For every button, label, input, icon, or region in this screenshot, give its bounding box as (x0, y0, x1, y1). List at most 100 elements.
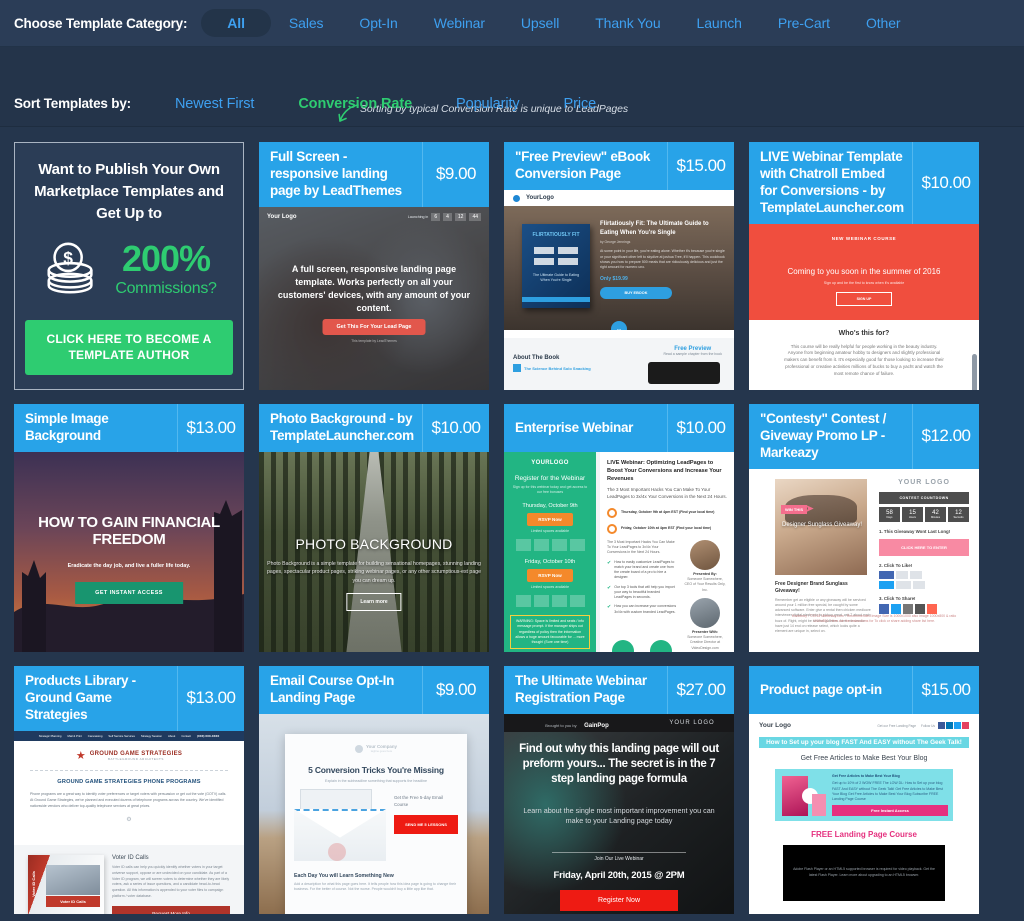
author-promo-card[interactable]: Want to Publish Your Own Marketplace Tem… (14, 142, 244, 390)
preview-logo-sub: tagline goes here (370, 749, 393, 753)
template-card[interactable]: Full Screen - responsive landing page by… (259, 142, 489, 390)
preview-body: Photo Background is a simple template fo… (267, 561, 481, 584)
social-icon[interactable] (962, 722, 969, 729)
check-icon: ✔ (607, 559, 612, 566)
template-card[interactable]: Simple Image Background $13.00 HOW TO GA… (14, 404, 244, 652)
preview-nav-item[interactable]: Strategy Session (141, 734, 162, 738)
preview-scrollbar-thumb[interactable] (972, 353, 977, 390)
preview-rsvp-button-1[interactable]: RSVP Now (527, 512, 573, 526)
preview-instant-access-button[interactable]: Free Instant Access (832, 805, 948, 817)
svg-text:$: $ (64, 248, 74, 268)
category-tab-list: All Sales Opt-In Webinar Upsell Thank Yo… (201, 9, 918, 37)
category-tab-sales[interactable]: Sales (271, 9, 342, 37)
preview-register-button[interactable]: Register Now (560, 890, 678, 911)
more-share-icon[interactable] (927, 603, 937, 614)
preview-nav-item[interactable]: Mail & Print (67, 734, 81, 738)
preview-nav-item[interactable]: Canvassing (88, 734, 103, 738)
template-card[interactable]: Photo Background - by TemplateLauncher.c… (259, 404, 489, 652)
category-tab-webinar[interactable]: Webinar (416, 9, 503, 37)
preview-bullet-intro: The 3 Most Important Hacks You Can Make … (607, 539, 675, 555)
preview-logo-sub: BATTLEGROUND ARCHITECTS (108, 757, 164, 762)
preview-nav-item[interactable]: Self Service Services (108, 734, 134, 738)
preview-brought-by: Brought to you by (545, 723, 577, 728)
category-tab-upsell[interactable]: Upsell (503, 9, 577, 37)
preview-box-label: Voter ID Calls (31, 870, 36, 897)
preview-slot-2: Friday, October 10th at 4pm EST (Find yo… (621, 526, 712, 531)
preview-nav-item[interactable]: Contact (181, 734, 191, 738)
preview-heading: GROUND GAME STRATEGIES PHONE PROGRAMS (57, 778, 201, 785)
template-preview-thumbnail: YourLogo FLIRTATIOUSLY FIT The Ultimate … (504, 190, 734, 390)
template-card[interactable]: "Free Preview" eBook Conversion Page $15… (504, 142, 734, 390)
template-price: $15.00 (667, 142, 734, 190)
category-tab-all[interactable]: All (201, 9, 271, 37)
template-card[interactable]: Products Library - Ground Game Strategie… (14, 666, 244, 914)
preview-countdown-minutes-unit: Minutes (930, 515, 941, 519)
sort-option-conversion-rate[interactable]: Conversion Rate (298, 96, 412, 112)
preview-step-3: 3. Click To Share! (879, 595, 916, 601)
stamp-icon (328, 843, 346, 861)
preview-cta-button[interactable]: SEND ME 5 LESSONS (394, 815, 458, 835)
sort-option-newest-first[interactable]: Newest First (175, 96, 254, 112)
preview-cta-button[interactable]: Get This For Your Lead Page (322, 318, 426, 335)
template-card[interactable]: Email Course Opt-In Landing Page $9.00 Y… (259, 666, 489, 914)
template-preview-thumbnail: Strategic Planning Mail & Print Canvassi… (14, 730, 244, 914)
preview-sub: Eradicate the day job, and live a fuller… (67, 563, 191, 569)
linkedin-icon[interactable] (946, 722, 953, 729)
twitter-icon[interactable] (879, 580, 894, 589)
category-tab-launch[interactable]: Launch (679, 9, 760, 37)
preview-cta-button[interactable]: BUY EBOOK (600, 287, 672, 300)
template-preview-thumbnail: NEW WEBINAR COURSE Coming to you soon in… (749, 223, 979, 390)
preview-section-title: About The Book (513, 355, 560, 361)
category-tab-opt-in[interactable]: Opt-In (341, 9, 415, 37)
category-tab-thank-you[interactable]: Thank You (577, 9, 678, 37)
template-price: $15.00 (912, 666, 979, 714)
twitter-icon[interactable] (954, 722, 961, 729)
facebook-like-icon[interactable] (879, 570, 894, 579)
preview-presenter-1-name: Someone Somewhere, CEO of Your Results O… (684, 577, 726, 592)
template-card-header: The Ultimate Webinar Registration Page $… (504, 666, 734, 714)
category-bar-label: Choose Template Category: (14, 15, 188, 31)
template-preview-thumbnail: WIN THIS ➤ Designer Sunglass Giveaway! F… (749, 468, 979, 652)
template-card[interactable]: Product page opt-in $15.00 Your Logo Get… (749, 666, 979, 914)
preview-bullet: How you can increase your conversions 3x… (614, 604, 677, 614)
preview-enter-button[interactable]: CLICK HERE TO ENTER (879, 538, 969, 556)
preview-subnote: This template by LeadThemes (351, 338, 397, 343)
template-card-header: Full Screen - responsive landing page by… (259, 142, 489, 207)
facebook-icon[interactable] (879, 603, 889, 614)
sort-option-price[interactable]: Price (564, 96, 597, 112)
preview-cta-button[interactable]: GET INSTANT ACCESS (75, 582, 183, 604)
preview-step-2: 2. Click To Like! (879, 562, 913, 568)
preview-cta-button[interactable]: Learn more (346, 593, 402, 611)
template-price: $27.00 (667, 666, 734, 714)
template-card[interactable]: "Contesty" Contest / Giveway Promo LP - … (749, 404, 979, 652)
template-title: "Contesty" Contest / Giveway Promo LP - … (760, 411, 887, 460)
preview-date-2: Friday, October 10th (524, 558, 576, 565)
preview-date-1-note: Limited spaces available (530, 528, 570, 533)
become-template-author-button[interactable]: CLICK HERE TO BECOME A TEMPLATE AUTHOR (25, 320, 233, 375)
preview-cta-button[interactable]: SIGN UP (836, 291, 892, 306)
preview-nav-item[interactable]: About (168, 734, 175, 738)
twitter-icon[interactable] (891, 603, 901, 614)
template-card-header: Products Library - Ground Game Strategie… (14, 666, 244, 731)
scroll-down-icon[interactable]: ⌄ (611, 321, 627, 330)
preview-follow-label: Follow Us (921, 723, 935, 728)
preview-bullet: Our top 3 tools that will help you impor… (614, 584, 675, 600)
social-icon[interactable] (913, 580, 925, 589)
facebook-icon[interactable] (938, 722, 945, 729)
preview-rsvp-button-2[interactable]: RSVP Now (527, 568, 573, 582)
preview-sub: Explain in the subheadline something tha… (325, 779, 427, 783)
preview-section-title: Each Day You will Learn Something New (294, 873, 394, 879)
preview-nav[interactable]: Get our Free Landing Page (877, 724, 916, 728)
email-icon[interactable] (903, 603, 913, 614)
template-card[interactable]: Enterprise Webinar $10.00 YOURLOGO Regis… (504, 404, 734, 652)
category-tab-other[interactable]: Other (848, 9, 919, 37)
social-icon[interactable] (896, 580, 911, 589)
preview-request-info-button[interactable]: Request More Info (112, 906, 230, 914)
preview-nav-item[interactable]: Strategic Planning (39, 734, 62, 738)
sort-option-popularity[interactable]: Popularity (456, 96, 520, 112)
category-tab-pre-cart[interactable]: Pre-Cart (760, 9, 848, 37)
preview-banner: How to Set up your blog FAST And EASY wi… (759, 737, 969, 748)
template-card[interactable]: LIVE Webinar Template with Chatroll Embe… (749, 142, 979, 390)
linkedin-icon[interactable] (915, 603, 925, 614)
template-card[interactable]: The Ultimate Webinar Registration Page $… (504, 666, 734, 914)
